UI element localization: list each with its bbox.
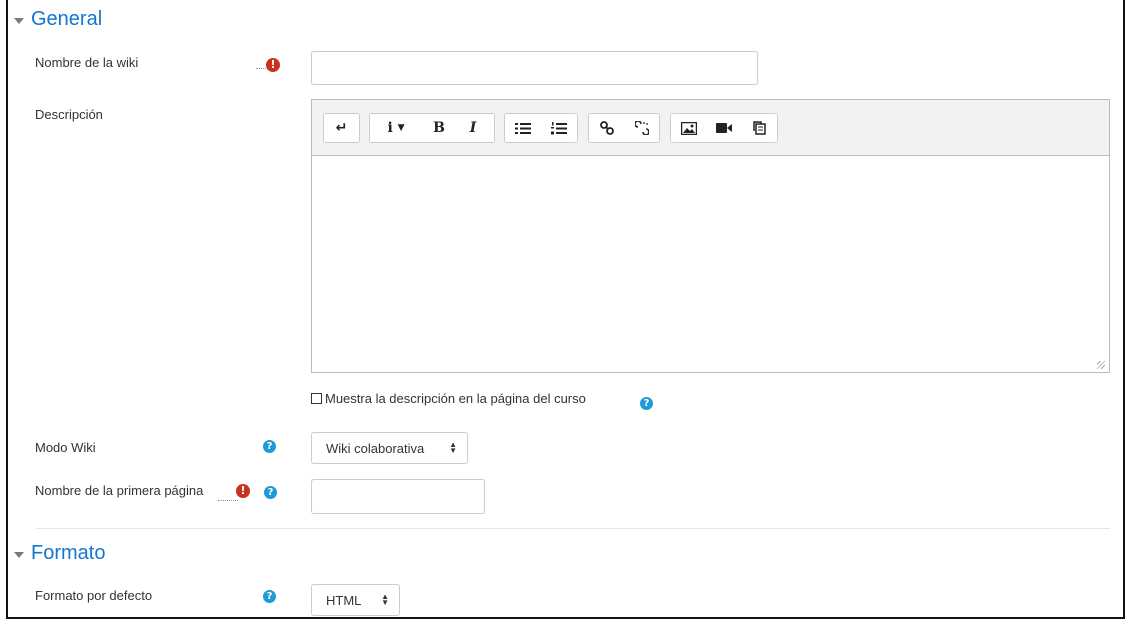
wiki-name-input[interactable] [311,51,758,85]
toolbar-group-collapse: ↵ [323,113,360,143]
description-label: Descripción [35,107,103,122]
toolbar-group-media [670,113,778,143]
wiki-name-label: Nombre de la wiki [35,55,139,70]
toolbar-group-lists [504,113,578,143]
first-page-input[interactable] [311,479,485,514]
first-page-label: Nombre de la primera página [35,483,204,498]
help-icon[interactable]: ? [263,590,276,603]
description-editor: ↵ i ▼ B I [311,99,1110,373]
select-arrows-icon: ▲ ▼ [381,592,389,607]
form-frame: General Nombre de la wiki ! Descripción … [6,0,1125,619]
info-icon[interactable]: i ▼ [370,114,422,142]
wiki-mode-select[interactable]: Wiki colaborativa ▲ ▼ [311,432,468,464]
default-format-select[interactable]: HTML ▲ ▼ [311,584,400,616]
unordered-list-icon[interactable] [505,114,541,142]
resize-handle-icon[interactable] [1097,361,1105,369]
collapse-triangle-icon [14,551,24,558]
bold-icon[interactable]: B [422,114,456,142]
section-general-toggle[interactable]: General [14,8,102,31]
section-general-title: General [31,8,103,30]
wiki-mode-value: Wiki colaborativa [326,440,425,456]
collapse-triangle-icon [14,17,24,24]
show-description-label: Muestra la descripción en la página del … [325,391,586,406]
section-format-title: Formato [31,542,106,564]
required-dots [256,68,266,69]
help-icon[interactable]: ? [640,397,653,410]
unlink-icon[interactable] [624,114,659,142]
italic-icon[interactable]: I [456,114,490,142]
editor-toolbar: ↵ i ▼ B I [312,100,1109,156]
help-icon[interactable]: ? [263,440,276,453]
editor-content-area[interactable] [312,156,1109,372]
show-description-row: Muestra la descripción en la página del … [311,391,586,406]
toolbar-group-links [588,113,660,143]
select-arrows-icon: ▲ ▼ [449,440,457,455]
required-icon: ! [236,484,250,498]
wiki-mode-label: Modo Wiki [35,440,96,455]
required-icon: ! [266,58,280,72]
show-description-checkbox[interactable] [311,393,322,404]
default-format-value: HTML [326,592,362,608]
required-dots [218,500,238,501]
video-icon[interactable] [706,114,741,142]
toolbar-group-style: i ▼ B I [369,113,495,143]
link-icon[interactable] [589,114,624,142]
image-icon[interactable] [671,114,706,142]
collapse-icon[interactable]: ↵ [324,114,359,142]
help-icon[interactable]: ? [264,486,277,499]
manage-files-icon[interactable] [741,114,776,142]
default-format-label: Formato por defecto [35,588,153,603]
section-format-toggle[interactable]: Formato [14,542,105,565]
section-divider [36,528,1110,529]
ordered-list-icon[interactable] [541,114,577,142]
